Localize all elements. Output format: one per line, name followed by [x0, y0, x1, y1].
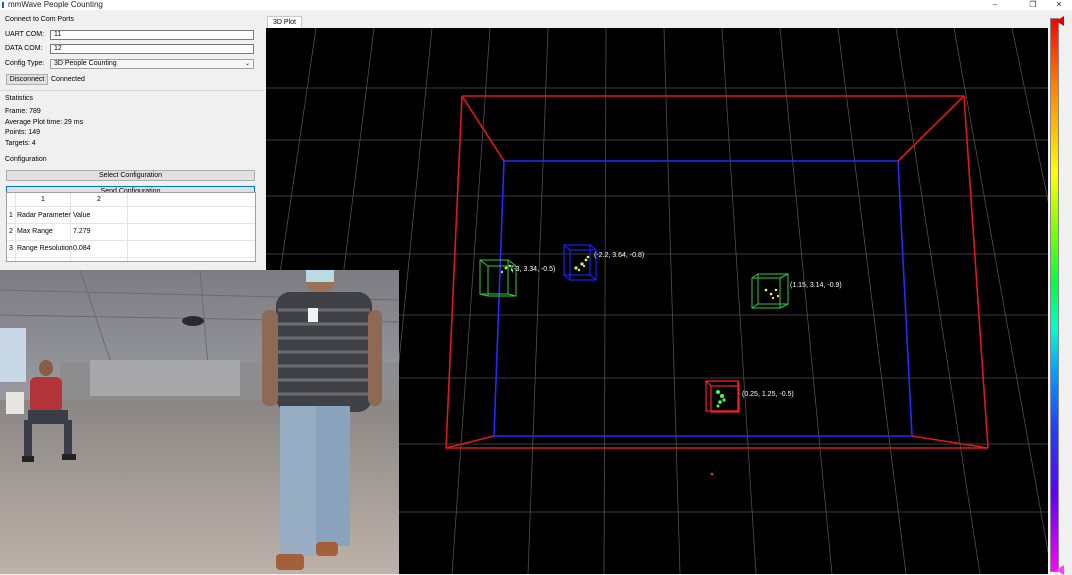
- average-plot-time: Average Plot time: 29 ms: [5, 119, 84, 126]
- column-header[interactable]: 1: [41, 196, 45, 203]
- chevron-down-icon: ⌄: [244, 61, 250, 67]
- table-cell[interactable]: Max Range: [17, 228, 53, 235]
- section-divider: [0, 90, 264, 91]
- boundary-box-inner: [493, 160, 913, 437]
- table-gridline: [7, 240, 255, 241]
- frame-count: Frame: 789: [5, 108, 41, 115]
- target-label: (0.25, 1.25, -0.5): [742, 391, 794, 398]
- config-type-value: 3D People Counting: [54, 60, 117, 67]
- targets-count: Targets: 4: [5, 140, 36, 147]
- target-label: (-3, 3.34, -0.5): [511, 266, 555, 273]
- color-scale-max-handle-icon[interactable]: [1056, 16, 1064, 26]
- close-button[interactable]: ✕: [1046, 0, 1072, 10]
- disconnect-button[interactable]: Disconnect: [6, 74, 48, 85]
- table-cell[interactable]: Range Resolution: [17, 245, 73, 252]
- uart-com-label: UART COM:: [5, 31, 45, 38]
- camera-feed: [0, 270, 399, 574]
- config-type-select[interactable]: 3D People Counting ⌄: [50, 59, 254, 69]
- stray-point: [710, 472, 714, 476]
- data-com-label: DATA COM:: [5, 45, 43, 52]
- connect-heading: Connect to Com Ports: [5, 16, 74, 23]
- restore-button[interactable]: ❐: [1020, 0, 1046, 10]
- connection-status: Connected: [51, 76, 85, 83]
- minimize-button[interactable]: –: [982, 0, 1008, 10]
- row-number: 2: [9, 228, 13, 235]
- config-table: 1 2 1 Radar Parameter Value 2 Max Range …: [6, 192, 256, 262]
- table-gridline: [7, 206, 255, 207]
- window-title: mmWave People Counting: [8, 0, 103, 9]
- column-header[interactable]: 2: [97, 196, 101, 203]
- target-label: (-2.2, 3.64, -0.8): [594, 252, 644, 259]
- target-box[interactable]: [751, 273, 789, 309]
- row-number: 1: [9, 212, 13, 219]
- table-cell[interactable]: Radar Parameter: [17, 212, 71, 219]
- table-gridline: [7, 257, 255, 258]
- table-gridline: [7, 223, 255, 224]
- target-box[interactable]: [705, 380, 740, 413]
- table-gridline: [15, 193, 16, 261]
- row-number: 3: [9, 245, 13, 252]
- app-icon: [2, 2, 4, 8]
- data-com-input[interactable]: 12: [50, 44, 254, 54]
- configuration-heading: Configuration: [5, 156, 47, 163]
- uart-com-input[interactable]: 11: [50, 30, 254, 40]
- camera-image: [0, 270, 399, 574]
- tab-3d-plot[interactable]: 3D Plot: [267, 16, 302, 28]
- title-bar: mmWave People Counting – ❐ ✕: [0, 0, 1072, 10]
- color-scale-bar[interactable]: [1050, 18, 1059, 572]
- target-box[interactable]: [563, 244, 597, 281]
- select-configuration-button[interactable]: Select Configuration: [6, 170, 255, 181]
- table-cell[interactable]: Value: [73, 212, 90, 219]
- table-cell[interactable]: 7.279: [73, 228, 91, 235]
- table-cell[interactable]: 0.084: [73, 245, 91, 252]
- statistics-heading: Statistics: [5, 95, 34, 102]
- config-type-label: Config Type:: [5, 60, 45, 67]
- table-gridline: [127, 193, 128, 261]
- points-count: Points: 149: [5, 129, 41, 136]
- target-label: (1.15, 3.14, -0.9): [790, 282, 842, 289]
